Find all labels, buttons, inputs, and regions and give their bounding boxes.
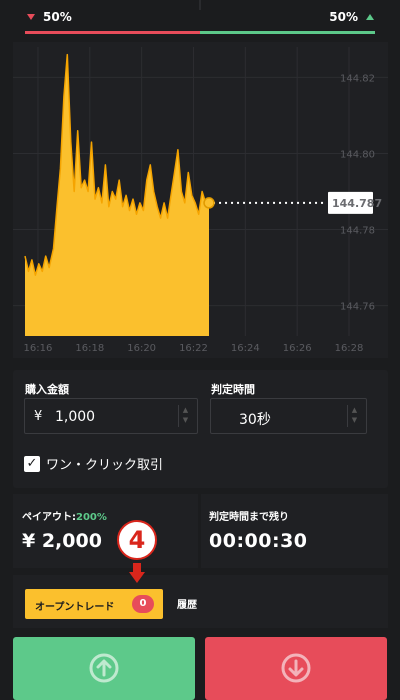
sentiment-bar <box>25 31 375 34</box>
payout-amount: ¥ 2,000 <box>22 530 102 552</box>
y-tick-label: 144.76 <box>340 302 375 313</box>
time-label: 判定時間 <box>211 383 255 396</box>
step-arrow-icon <box>129 563 145 583</box>
x-tick-label: 16:26 <box>283 343 312 354</box>
x-tick-label: 16:24 <box>231 343 260 354</box>
time-select[interactable]: 30秒 ▲ ▼ <box>210 398 367 434</box>
order-panel: 購入金額 判定時間 ¥ 1,000 ▲ ▼ 30秒 ▲ ▼ ✓ ワン・クリック取引 <box>13 370 388 488</box>
payout-panel: ペイアウト:200% ¥ 2,000 <box>13 494 198 568</box>
tab-history[interactable]: 履歴 <box>177 596 197 611</box>
tab-open-trades[interactable]: オープントレード 0 <box>25 589 163 619</box>
x-tick-label: 16:18 <box>75 343 104 354</box>
remaining-panel: 判定時間まで残り 00:00:30 <box>201 494 388 568</box>
current-price-dot <box>203 197 215 209</box>
triangle-up-icon <box>366 14 374 20</box>
stepper-up-icon[interactable]: ▲ <box>348 405 361 415</box>
high-sentiment-pct: 50% <box>329 10 358 24</box>
triangle-down-icon <box>27 14 35 20</box>
high-sentiment: 50% <box>329 10 374 24</box>
x-tick-label: 16:16 <box>24 343 53 354</box>
sentiment-divider <box>199 0 201 10</box>
open-trades-label: オープントレード <box>35 602 115 613</box>
currency-symbol: ¥ <box>34 409 43 424</box>
stepper-down-icon[interactable]: ▼ <box>179 415 192 425</box>
sentiment-bar-high <box>200 31 375 34</box>
high-button[interactable] <box>13 637 195 700</box>
x-tick-label: 16:28 <box>335 343 364 354</box>
y-tick-label: 144.82 <box>340 73 375 84</box>
step-number-badge: 4 <box>117 520 157 560</box>
stepper-down-icon[interactable]: ▼ <box>348 415 361 425</box>
payout-label: ペイアウト: <box>22 512 76 523</box>
current-price-label: 144.787 <box>332 197 382 210</box>
open-trades-count-badge: 0 <box>132 595 154 613</box>
time-stepper[interactable]: ▲ ▼ <box>347 405 361 427</box>
payout-label-row: ペイアウト:200% <box>22 508 107 523</box>
one-click-option[interactable]: ✓ ワン・クリック取引 <box>24 454 163 473</box>
x-tick-label: 16:22 <box>179 343 208 354</box>
arrow-up-circle-icon <box>89 653 119 683</box>
remaining-label: 判定時間まで残り <box>209 512 289 523</box>
y-tick-label: 144.78 <box>340 226 375 237</box>
x-tick-label: 16:20 <box>127 343 156 354</box>
amount-stepper[interactable]: ▲ ▼ <box>178 405 192 427</box>
y-tick-label: 144.80 <box>340 149 375 160</box>
trade-tabs: オープントレード 0 履歴 <box>13 575 388 628</box>
trading-screen: 50% 50% 144.82 144.80 144.78 144.76 144.787 1… <box>0 0 400 700</box>
remaining-time: 00:00:30 <box>209 530 308 552</box>
sentiment-indicator: 50% 50% <box>0 0 400 36</box>
one-click-label: ワン・クリック取引 <box>46 458 164 473</box>
sentiment-bar-low <box>25 31 200 34</box>
amount-value: 1,000 <box>55 409 96 425</box>
low-sentiment-pct: 50% <box>43 10 72 24</box>
stepper-up-icon[interactable]: ▲ <box>179 405 192 415</box>
arrow-down-circle-icon <box>281 653 311 683</box>
low-sentiment: 50% <box>27 10 72 24</box>
low-button[interactable] <box>205 637 387 700</box>
chart-canvas[interactable]: 144.82 144.80 144.78 144.76 144.787 16:16 16:1… <box>13 42 388 358</box>
price-chart[interactable]: 144.82 144.80 144.78 144.76 144.787 16:16 16:1… <box>13 42 388 358</box>
amount-label: 購入金額 <box>25 383 69 396</box>
time-value: 30秒 <box>239 412 271 428</box>
amount-input[interactable]: ¥ 1,000 ▲ ▼ <box>24 398 198 434</box>
payout-percent: 200% <box>76 512 107 523</box>
one-click-checkbox[interactable]: ✓ <box>24 455 40 472</box>
